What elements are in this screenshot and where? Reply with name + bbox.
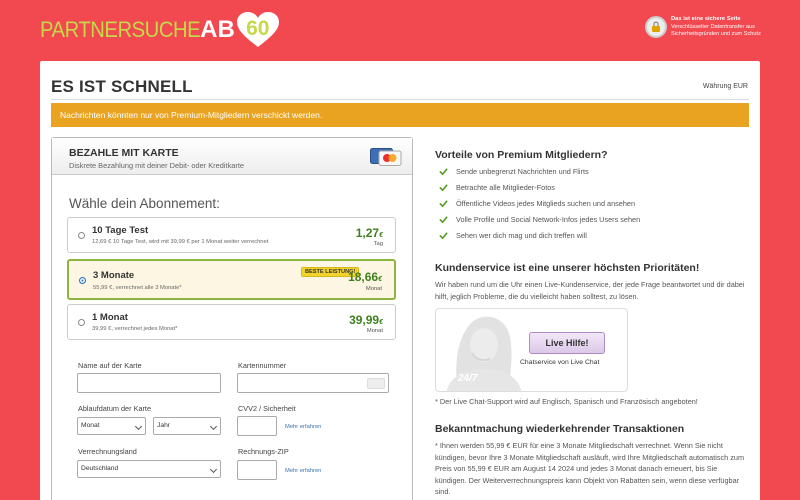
price-value: 18,66 [348,270,379,284]
support-text: Wir haben rund um die Uhr einen Live-Kun… [435,280,745,301]
expiry-month-select[interactable]: Monat [77,417,146,435]
card-number-input[interactable] [237,373,389,393]
plan-name: 10 Tage Test [92,225,149,236]
choose-plan-heading: Wähle dein Abonnement: [69,196,220,211]
price-unit: Tag [373,241,383,247]
benefit-text: Sehen wer dich mag und dich treffen will [456,231,587,240]
chevron-down-icon [209,465,218,474]
recurring-notice-text: * Ihnen werden 55,99 € EUR für eine 3 Mo… [435,441,745,496]
benefit-item: Sehen wer dich mag und dich treffen will [439,231,587,240]
page-title: ES IST SCHNELL [51,77,193,96]
secure-site-badge: Das ist eine sichere Seite Verschlüsselt… [645,16,761,39]
plan-option-1-month[interactable]: 1 Monat 39,99 €, verrechnet jedes Monat*… [67,304,396,340]
benefit-text: Öffentliche Videos jedes Mitglieds suche… [456,199,636,208]
zip-more-info-link[interactable]: Mehr erfahren [285,468,321,474]
payment-subtitle: Diskrete Bezahlung mit deiner Debit- ode… [69,161,244,170]
site-logo[interactable]: PARTNERSUCHE AB 60 [40,12,279,48]
chevron-down-icon [209,422,218,431]
benefit-item: Volle Profile und Social Network-Infos j… [439,215,640,224]
plan-description: 39,99 €, verrechnet jedes Monat* [92,326,178,332]
plan-name: 1 Monat [92,312,128,323]
plan-name: 3 Monate [93,270,135,281]
benefits-heading: Vorteile von Premium Mitgliedern? [435,149,608,161]
top-bar: PARTNERSUCHE AB 60 Das ist eine sichere … [0,0,800,60]
plan-price: 1,27€ [356,226,383,240]
chevron-down-icon [134,422,143,431]
support-agent-icon [446,316,522,391]
country-value: Deutschland [81,465,119,472]
check-icon [439,232,448,240]
secure-title: Das ist eine sichere Seite [671,16,741,22]
check-icon [439,200,448,208]
currency-label: Währung EUR [702,83,748,90]
plan-radio[interactable] [78,319,85,326]
card-name-label: Name auf der Karte [78,361,142,370]
expiry-year-value: Jahr [157,422,171,429]
price-unit: Monat [366,328,383,334]
logo-word: PARTNERSUCHE [40,17,201,42]
checkout-card: ES IST SCHNELL Währung EUR Nachrichten k… [40,61,760,500]
support-hours-badge: 24/7 [458,373,478,384]
card-chip-icon [367,378,385,389]
plan-price: 18,66€ [348,270,382,284]
benefit-text: Betrachte alle Mitglieder-Fotos [456,183,555,192]
price-currency: € [379,319,383,326]
price-currency: € [379,232,383,239]
price-currency: € [378,276,382,283]
credit-card-icon [370,148,402,166]
price-value: 39,99 [349,313,380,327]
recurring-notice-heading: Bekanntmachung wiederkehrender Transakti… [435,423,685,435]
plan-radio-selected[interactable] [79,277,86,284]
card-number-label: Kartennummer [238,361,287,370]
plan-price: 39,99€ [349,313,383,327]
payment-title: BEZAHLE MIT KARTE [69,147,179,159]
plan-description: 12,69 € 10 Tage Test, wird mit 39,99 € p… [92,239,269,245]
logo-number: 60 [246,17,270,40]
payment-panel: BEZAHLE MIT KARTE Diskrete Bezahlung mit… [51,137,413,500]
divider [51,99,749,100]
benefit-text: Sende unbegrenzt Nachrichten und Flirts [456,167,589,176]
live-chat-box: 24/7 Live Hilfe! Chatservice von Live Ch… [435,308,628,392]
heart-icon: 60 [236,12,279,48]
price-unit: Monat [365,286,382,292]
zip-input[interactable] [237,460,277,480]
live-help-button[interactable]: Live Hilfe! [529,332,605,354]
benefit-item: Sende unbegrenzt Nachrichten und Flirts [439,167,589,176]
plan-radio[interactable] [78,232,85,239]
plan-option-10-days[interactable]: 10 Tage Test 12,69 € 10 Tage Test, wird … [67,217,396,253]
benefit-item: Betrachte alle Mitglieder-Fotos [439,183,555,192]
benefit-item: Öffentliche Videos jedes Mitglieds suche… [439,199,635,208]
chat-service-label: Chatservice von Live Chat [520,359,600,366]
expiry-month-value: Monat [81,422,100,429]
zip-label: Rechnungs-ZIP [238,447,289,456]
check-icon [439,168,448,176]
price-value: 1,27 [355,226,380,240]
support-heading: Kundenservice ist eine unserer höchsten … [435,262,700,274]
check-icon [439,216,448,224]
cvv-label: CVV2 / Sicherheit [238,404,296,413]
card-name-input[interactable] [77,373,221,393]
expiry-label: Ablaufdatum der Karte [78,404,152,413]
secure-subtitle: Verschlüsselter Datentransfer aus Sicher… [671,23,761,38]
logo-ab: AB [200,16,235,43]
check-icon [439,184,448,192]
payment-header: BEZAHLE MIT KARTE Diskrete Bezahlung mit… [52,138,412,175]
secure-text: Das ist eine sichere Seite Verschlüsselt… [671,16,761,39]
expiry-year-select[interactable]: Jahr [153,417,221,435]
support-language-note: * Der Live Chat-Support wird auf Englisc… [435,397,698,406]
cvv-input[interactable] [237,416,277,436]
country-select[interactable]: Deutschland [77,460,221,478]
plan-option-3-months[interactable]: 3 Monate 55,99 €, verrechnet alle 3 Mona… [67,259,396,300]
country-label: Verrechnungsland [78,447,137,456]
benefit-text: Volle Profile und Social Network-Infos j… [456,215,641,224]
lock-icon [645,16,667,38]
premium-warning-banner: Nachrichten könnten nur von Premium-Mitg… [51,103,749,127]
plan-description: 55,99 €, verrechnet alle 3 Monate* [93,285,182,291]
cvv-more-info-link[interactable]: Mehr erfahren [285,424,321,430]
